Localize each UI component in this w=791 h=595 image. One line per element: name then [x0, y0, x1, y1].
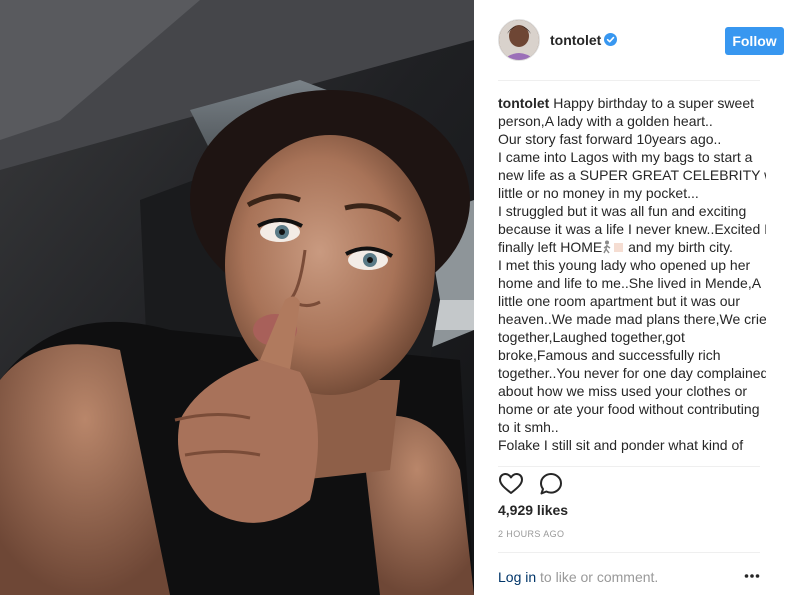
ellipsis-icon[interactable] — [744, 569, 760, 583]
caption-line: finally left HOME and my birth city. — [498, 238, 766, 256]
login-prompt-suffix: to like or comment. — [536, 569, 659, 585]
caption-line: person,A lady with a golden heart.. — [498, 113, 713, 129]
caption-line: Our story fast forward 10years ago.. — [498, 131, 722, 147]
post-header: tontolet Follow — [498, 0, 784, 81]
post-caption: tontolet Happy birthday to a super sweet… — [498, 94, 766, 454]
caption-line: together,Laughed together,got — [498, 329, 685, 345]
caption-line: new life as a SUPER GREAT CELEBRITY with — [498, 167, 766, 183]
instagram-post: tontolet Follow tontolet Happy birthday … — [0, 0, 791, 595]
follow-button[interactable]: Follow — [725, 27, 784, 55]
caption-text: finally left HOME — [498, 239, 603, 255]
caption-line: about how we miss used your clothes or — [498, 383, 748, 399]
caption-line: heaven..We made mad plans there,We cried — [498, 311, 766, 327]
caption-line: broke,Famous and successfully rich — [498, 347, 721, 363]
caption-line: because it was a life I never knew..Exci… — [498, 221, 766, 237]
verified-badge-icon — [604, 33, 617, 46]
post-actions — [498, 466, 760, 497]
caption-line: together..You never for one day complain… — [498, 365, 766, 381]
caption-line: I met this young lady who opened up her — [498, 257, 751, 273]
caption-line: Folake I still sit and ponder what kind … — [498, 437, 744, 453]
caption-text: Happy birthday to a super sweet — [553, 95, 754, 111]
avatar[interactable] — [498, 19, 540, 61]
walking-person-emoji-icon — [603, 240, 624, 254]
author-username[interactable]: tontolet — [550, 32, 601, 48]
caption-line: little one room apartment but it was our — [498, 293, 741, 309]
avatar-image — [499, 20, 539, 60]
caption-line: I struggled but it was all fun and excit… — [498, 203, 747, 219]
post-photo[interactable] — [0, 0, 474, 595]
post-timestamp[interactable]: 2 HOURS AGO — [498, 529, 564, 539]
speech-bubble-icon[interactable] — [538, 471, 564, 497]
post-sidebar: tontolet Follow tontolet Happy birthday … — [474, 0, 791, 595]
caption-line: little or no money in my pocket... — [498, 185, 699, 201]
caption-line: to it smh.. — [498, 419, 559, 435]
caption-username[interactable]: tontolet — [498, 95, 549, 111]
caption-line: I came into Lagos with my bags to start … — [498, 149, 753, 165]
caption-text: and my birth city. — [624, 239, 733, 255]
caption-line: tontolet Happy birthday to a super sweet — [498, 94, 766, 112]
selfie-image — [0, 0, 474, 595]
comment-bar: Log in to like or comment. — [498, 552, 760, 595]
caption-line: home or ate your food without contributi… — [498, 401, 760, 417]
likes-count[interactable]: 4,929 likes — [498, 502, 568, 518]
heart-outline-icon[interactable] — [498, 471, 524, 497]
login-link[interactable]: Log in — [498, 569, 536, 585]
login-prompt: Log in to like or comment. — [498, 569, 658, 585]
caption-line: home and life to me..She lived in Mende,… — [498, 275, 762, 291]
